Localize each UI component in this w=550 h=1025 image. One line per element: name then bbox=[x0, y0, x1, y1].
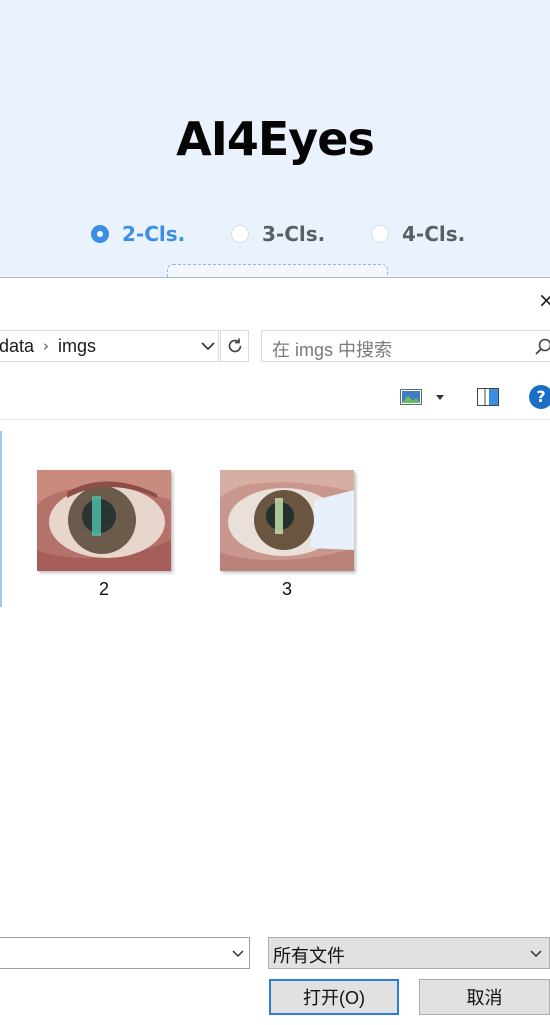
breadcrumb-imgs[interactable]: imgs bbox=[58, 336, 96, 357]
search-icon[interactable] bbox=[534, 337, 550, 357]
search-input[interactable]: 在 imgs 中搜索 bbox=[272, 336, 392, 362]
eye-image-thumbnail bbox=[37, 470, 171, 571]
radio-label: 3-Cls. bbox=[262, 222, 325, 246]
radio-circle-icon[interactable] bbox=[231, 225, 249, 243]
chevron-down-icon[interactable] bbox=[200, 337, 216, 355]
file-item[interactable]: 2 bbox=[37, 470, 171, 600]
file-type-value: 所有文件 bbox=[273, 942, 345, 968]
radio-label: 2-Cls. bbox=[122, 222, 185, 246]
radio-circle-icon[interactable] bbox=[371, 225, 389, 243]
view-dropdown-icon[interactable] bbox=[436, 395, 444, 400]
file-open-dialog: × data › imgs 在 imgs 中搜索 ? bbox=[0, 277, 550, 1025]
file-name[interactable]: 3 bbox=[220, 579, 354, 600]
breadcrumb-data[interactable]: data bbox=[0, 336, 34, 357]
radio-3-cls[interactable]: 3-Cls. bbox=[231, 221, 325, 247]
radio-2-cls[interactable]: 2-Cls. bbox=[91, 221, 185, 247]
breadcrumb-separator: › bbox=[43, 337, 49, 355]
change-view-icon[interactable] bbox=[400, 389, 422, 405]
file-type-select[interactable]: 所有文件 bbox=[268, 937, 550, 969]
file-item[interactable]: 3 bbox=[220, 470, 354, 600]
close-icon[interactable]: × bbox=[538, 288, 550, 312]
radio-label: 4-Cls. bbox=[402, 222, 465, 246]
preview-pane-icon[interactable] bbox=[477, 388, 499, 406]
filename-input[interactable] bbox=[0, 937, 250, 969]
refresh-icon bbox=[225, 336, 245, 356]
chevron-down-icon[interactable] bbox=[231, 949, 245, 959]
file-name[interactable]: 2 bbox=[37, 579, 171, 600]
search-box[interactable]: 在 imgs 中搜索 bbox=[261, 330, 550, 362]
app-header: AI4Eyes 2-Cls. 3-Cls. 4-Cls. bbox=[0, 0, 550, 280]
toolbar-divider bbox=[0, 419, 550, 420]
radio-4-cls[interactable]: 4-Cls. bbox=[371, 221, 465, 247]
radio-circle-icon[interactable] bbox=[91, 225, 109, 243]
open-button[interactable]: 打开(O) bbox=[269, 979, 399, 1015]
refresh-button[interactable] bbox=[220, 330, 249, 362]
help-icon[interactable]: ? bbox=[529, 385, 550, 409]
app-title: AI4Eyes bbox=[0, 112, 550, 166]
navigation-pane-edge bbox=[0, 431, 2, 607]
chevron-down-icon[interactable] bbox=[529, 949, 543, 959]
eye-image-thumbnail bbox=[220, 470, 354, 571]
address-bar[interactable]: data › imgs bbox=[0, 330, 219, 362]
cancel-button[interactable]: 取消 bbox=[419, 979, 550, 1015]
